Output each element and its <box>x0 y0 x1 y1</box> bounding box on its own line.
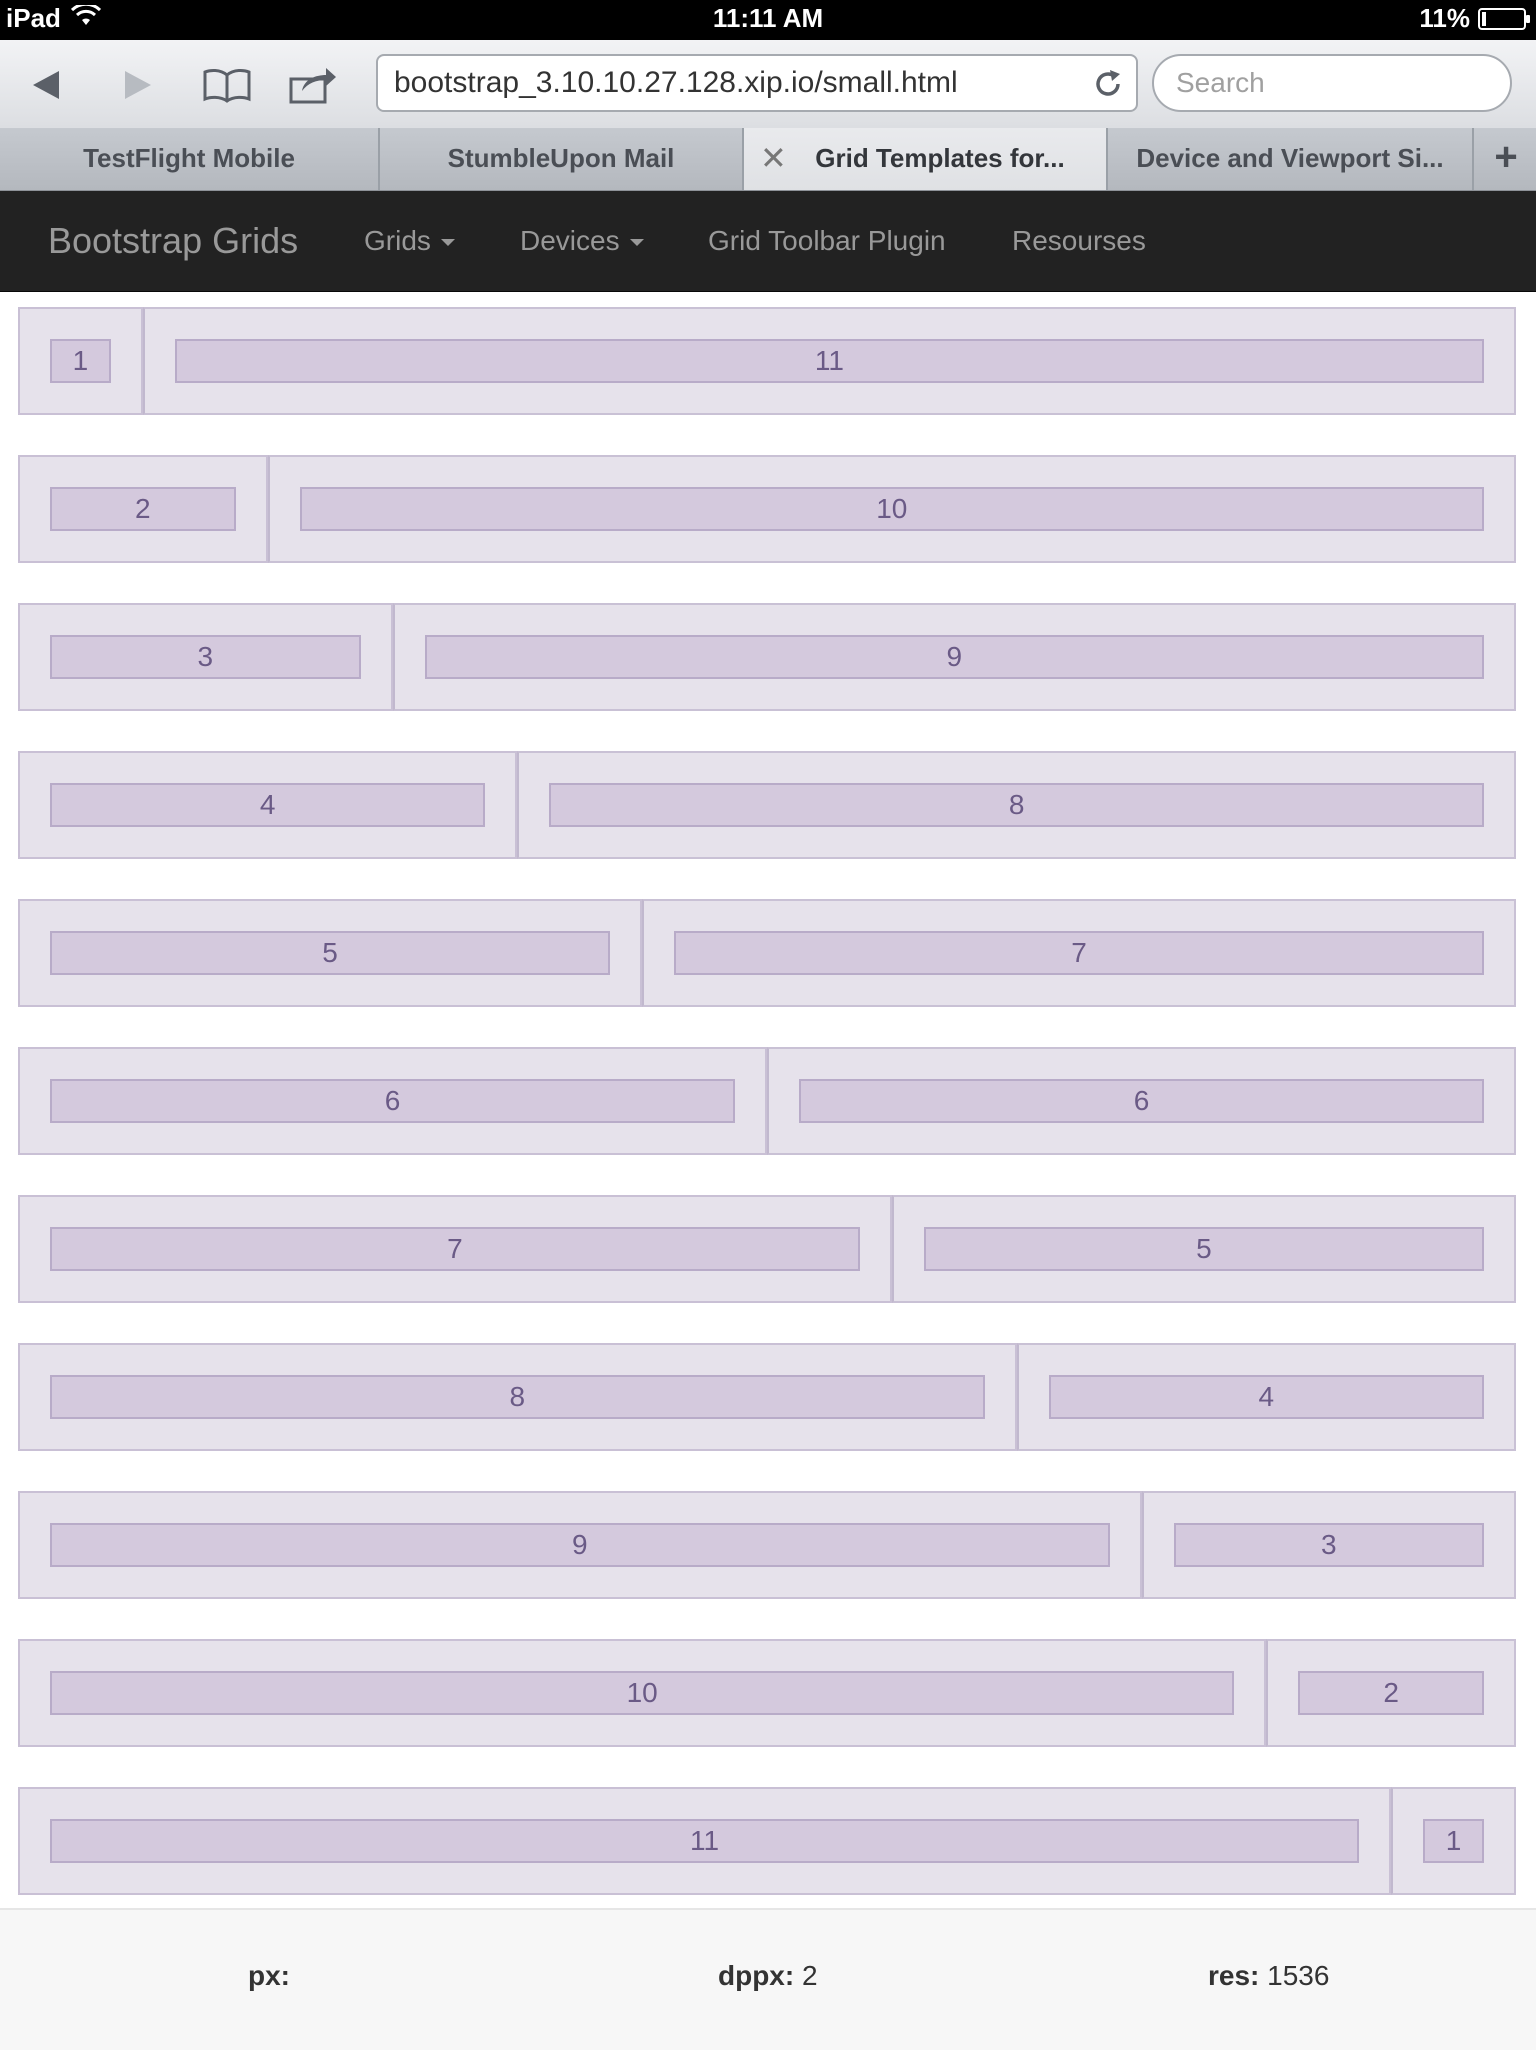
tab-label: Device and Viewport Si... <box>1136 143 1444 173</box>
browser-toolbar: bootstrap_3.10.10.27.128.xip.io/small.ht… <box>0 40 1536 129</box>
grid-column: 9 <box>392 603 1516 711</box>
column-span-label: 7 <box>50 1227 860 1271</box>
column-span-label: 10 <box>299 487 1484 531</box>
grid-column: 3 <box>1141 1491 1516 1599</box>
tab-label: Grid Templates for... <box>815 143 1065 173</box>
grid-row: 57 <box>18 899 1516 1007</box>
clock: 11:11 AM <box>712 3 824 33</box>
column-span-label: 6 <box>50 1079 735 1123</box>
grid-column: 5 <box>891 1195 1516 1303</box>
new-tab-button[interactable]: + <box>1476 128 1536 190</box>
grid-row: 93 <box>18 1491 1516 1599</box>
tab-grid-templates[interactable]: ✕ Grid Templates for... <box>744 128 1108 190</box>
column-span-label: 10 <box>50 1671 1235 1715</box>
url-field[interactable]: bootstrap_3.10.10.27.128.xip.io/small.ht… <box>376 54 1138 112</box>
grid-column: 2 <box>1266 1639 1516 1747</box>
grid-column: 11 <box>142 307 1516 415</box>
grid-row: 39 <box>18 603 1516 711</box>
tab-testflight[interactable]: TestFlight Mobile <box>0 128 380 190</box>
grid-column: 4 <box>18 751 518 859</box>
nav-devices-dropdown[interactable]: Devices <box>520 191 644 291</box>
grid-row: 2 10 <box>18 455 1516 563</box>
column-span-label: 9 <box>424 635 1484 679</box>
forward-icon[interactable] <box>112 60 162 110</box>
nav-label: Devices <box>520 225 620 256</box>
brand-link[interactable]: Bootstrap Grids <box>48 191 298 291</box>
search-input[interactable]: Search <box>1152 54 1512 112</box>
url-text: bootstrap_3.10.10.27.128.xip.io/small.ht… <box>394 66 958 99</box>
grid-column: 9 <box>18 1491 1142 1599</box>
grid-row: 48 <box>18 751 1516 859</box>
bookmarks-icon[interactable] <box>202 60 252 110</box>
column-span-label: 4 <box>1048 1375 1484 1419</box>
column-span-label: 2 <box>1298 1671 1484 1715</box>
grid-column: 2 <box>18 455 268 563</box>
tab-bar: TestFlight Mobile StumbleUpon Mail ✕ Gri… <box>0 128 1536 191</box>
grid-column: 10 <box>267 455 1516 563</box>
share-icon[interactable] <box>288 60 338 110</box>
grid-column: 1 <box>18 307 143 415</box>
grid-row: 111 <box>18 307 1516 415</box>
grid-row: 84 <box>18 1343 1516 1451</box>
nav-label: Grids <box>364 225 431 256</box>
column-span-label: 11 <box>50 1819 1360 1863</box>
grid-column: 1 <box>1391 1787 1516 1895</box>
column-span-label: 8 <box>549 783 1484 827</box>
viewport-info-footer: px: dppx: 2 res: 1536 <box>0 1908 1536 2050</box>
grid-column: 3 <box>18 603 393 711</box>
tab-label: TestFlight Mobile <box>83 143 295 173</box>
px-readout: px: <box>248 1960 290 1991</box>
nav-grids-dropdown[interactable]: Grids <box>364 191 455 291</box>
grid-row: 10 2 <box>18 1639 1516 1747</box>
column-span-label: 8 <box>50 1375 985 1419</box>
column-span-label: 1 <box>1423 1819 1484 1863</box>
nav-grid-toolbar-plugin[interactable]: Grid Toolbar Plugin <box>708 191 946 291</box>
grid-row: 111 <box>18 1787 1516 1895</box>
column-span-label: 3 <box>1173 1523 1484 1567</box>
column-span-label: 7 <box>674 931 1484 975</box>
reload-icon[interactable] <box>1090 66 1126 102</box>
nav-resourses[interactable]: Resourses <box>1012 191 1146 291</box>
grid-column: 7 <box>18 1195 892 1303</box>
grid-column: 7 <box>642 899 1516 1007</box>
grid-column: 11 <box>18 1787 1392 1895</box>
site-navbar: Bootstrap Grids Grids Devices Grid Toolb… <box>0 191 1536 292</box>
grid-column: 8 <box>517 751 1516 859</box>
back-icon[interactable] <box>22 60 72 110</box>
grid-column: 6 <box>18 1047 767 1155</box>
grid-column: 10 <box>18 1639 1267 1747</box>
column-span-label: 5 <box>50 931 611 975</box>
close-tab-icon[interactable]: ✕ <box>760 128 787 188</box>
column-span-label: 11 <box>174 339 1484 383</box>
grid-column: 4 <box>1016 1343 1516 1451</box>
column-span-label: 1 <box>50 339 111 383</box>
grid-row: 75 <box>18 1195 1516 1303</box>
column-span-label: 4 <box>50 783 486 827</box>
tab-stumbleupon[interactable]: StumbleUpon Mail <box>380 128 744 190</box>
tab-device-viewport[interactable]: Device and Viewport Si... <box>1108 128 1474 190</box>
dppx-readout: dppx: 2 <box>718 1960 818 1991</box>
column-span-label: 6 <box>799 1079 1484 1123</box>
res-readout: res: 1536 <box>1208 1960 1330 1991</box>
caret-down-icon <box>629 239 644 247</box>
battery-icon <box>1478 7 1530 30</box>
column-span-label: 2 <box>50 487 236 531</box>
grid-row: 66 <box>18 1047 1516 1155</box>
column-span-label: 3 <box>50 635 361 679</box>
column-span-label: 5 <box>923 1227 1484 1271</box>
battery-percent: 11% <box>1419 3 1470 33</box>
grid-column: 8 <box>18 1343 1017 1451</box>
grid-column: 6 <box>767 1047 1516 1155</box>
grid-column: 5 <box>18 899 643 1007</box>
tab-label: StumbleUpon Mail <box>447 143 675 173</box>
column-span-label: 9 <box>50 1523 1110 1567</box>
caret-down-icon <box>440 239 455 247</box>
grid-demo: 1 11 2 10 3 9 4 8 5 7 6 6 7 5 8 4 9 3 10 2 11 1 <box>18 307 1516 1935</box>
status-bar: iPad 11:11 AM 11% <box>0 0 1536 40</box>
